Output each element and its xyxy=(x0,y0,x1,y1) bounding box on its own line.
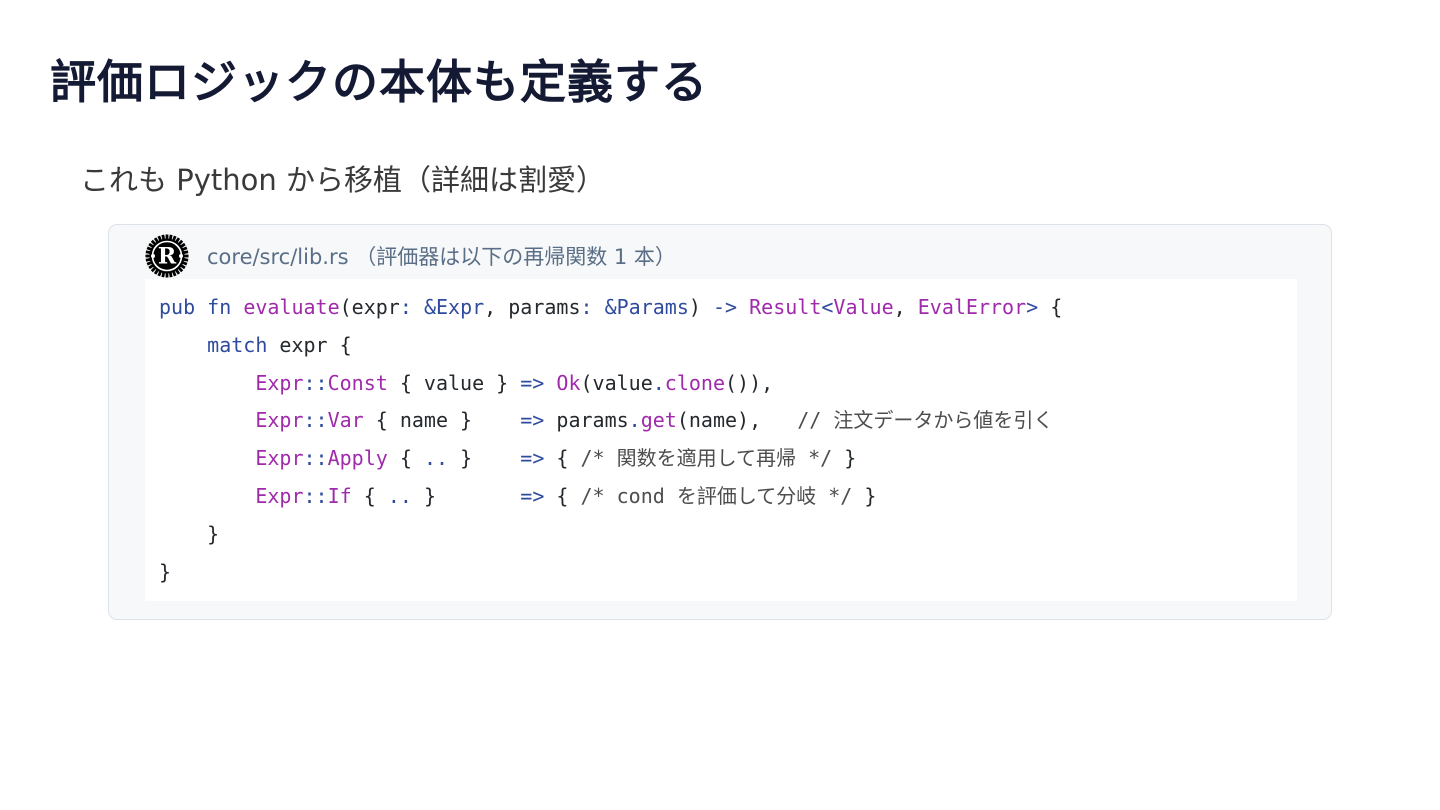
code-token: => xyxy=(520,370,545,395)
code-token: { xyxy=(544,446,581,471)
code-token: clone xyxy=(664,370,726,395)
code-token: :: xyxy=(303,446,328,471)
code-token: Expr xyxy=(255,408,304,433)
code-token: => xyxy=(520,483,545,508)
code-token: } xyxy=(159,521,220,546)
code-line: pub fn evaluate(expr: &Expr, params: &Pa… xyxy=(159,289,1297,327)
code-token: { xyxy=(1038,295,1063,319)
code-token: . xyxy=(652,370,665,395)
code-token: Apply xyxy=(327,446,388,471)
slide-title: 評価ロジックの本体も定義する xyxy=(50,55,708,109)
code-token: :: xyxy=(303,370,328,395)
code-token: Var xyxy=(327,408,364,433)
code-token: params xyxy=(544,408,629,433)
code-token: Ok xyxy=(556,370,581,395)
code-token: :: xyxy=(303,408,328,433)
code-token: } xyxy=(159,559,172,584)
code-token: , params xyxy=(484,295,581,319)
code-token: .. xyxy=(423,446,449,471)
code-token: { xyxy=(387,446,424,471)
code-token: If xyxy=(327,483,352,508)
code-token: => xyxy=(520,408,545,433)
code-block: pub fn evaluate(expr: &Expr, params: &Pa… xyxy=(145,279,1297,601)
svg-text:R: R xyxy=(158,244,177,270)
code-token: (expr xyxy=(339,295,400,319)
code-token: } xyxy=(852,483,877,508)
code-line: } xyxy=(159,516,1297,554)
code-line: Expr::Apply { .. } => { /* 関数を適用して再帰 */ … xyxy=(159,440,1297,478)
code-card: R core/src/lib.rs （評価器は以下の再帰関数 1 本） pub … xyxy=(108,224,1332,620)
code-line: match expr { xyxy=(159,327,1297,365)
code-line: } xyxy=(159,554,1297,592)
code-token: /* 関数を適用して再帰 */ xyxy=(580,446,833,471)
code-token: /* cond を評価して分岐 */ xyxy=(580,483,853,508)
code-token: (name), xyxy=(676,408,798,433)
code-token: { name } xyxy=(363,408,521,433)
code-token: } xyxy=(448,446,521,471)
code-line: Expr::If { .. } => { /* cond を評価して分岐 */ … xyxy=(159,478,1297,516)
code-line: Expr::Var { name } => params.get(name), … xyxy=(159,402,1297,440)
code-token: (value xyxy=(580,370,653,395)
code-token: > xyxy=(1026,295,1039,319)
code-token: : xyxy=(399,295,412,319)
code-token: EvalError xyxy=(917,295,1027,319)
slide-subtitle: これも Python から移植（詳細は割愛） xyxy=(80,163,605,197)
code-token: { xyxy=(351,483,388,508)
code-token: // 注文データから値を引く xyxy=(797,408,1054,433)
code-token: ()), xyxy=(725,370,774,395)
code-token: pub xyxy=(159,295,196,319)
code-token: } xyxy=(832,446,857,471)
code-card-header: R core/src/lib.rs （評価器は以下の再帰関数 1 本） xyxy=(145,234,676,278)
rust-logo-icon: R xyxy=(145,234,189,278)
code-token: Expr xyxy=(255,446,304,471)
code-token: . xyxy=(628,408,641,433)
code-token: evaluate xyxy=(243,295,340,319)
code-caption: core/src/lib.rs （評価器は以下の再帰関数 1 本） xyxy=(207,245,676,269)
code-token: : xyxy=(580,295,593,319)
code-token: get xyxy=(640,408,677,433)
code-token: ) xyxy=(688,295,713,319)
code-token: .. xyxy=(387,483,412,508)
code-token: Const xyxy=(327,370,388,395)
code-token: Expr xyxy=(255,483,304,508)
code-token: :: xyxy=(303,483,328,508)
code-line: Expr::Const { value } => Ok(value.clone(… xyxy=(159,365,1297,403)
code-token: fn xyxy=(207,295,232,319)
code-token: Value xyxy=(833,295,894,319)
code-token: Expr xyxy=(255,370,304,395)
code-token: -> xyxy=(712,295,738,319)
code-token: &Expr xyxy=(423,295,485,319)
code-token: < xyxy=(821,295,834,319)
code-token: Result xyxy=(749,295,822,319)
code-token: { xyxy=(544,483,581,508)
code-token: &Params xyxy=(604,295,689,319)
code-token: expr { xyxy=(267,332,352,357)
code-token: { value } xyxy=(387,370,521,395)
code-token: } xyxy=(411,483,521,508)
code-token: , xyxy=(893,295,918,319)
code-token: => xyxy=(520,446,545,471)
code-token: match xyxy=(207,332,268,357)
